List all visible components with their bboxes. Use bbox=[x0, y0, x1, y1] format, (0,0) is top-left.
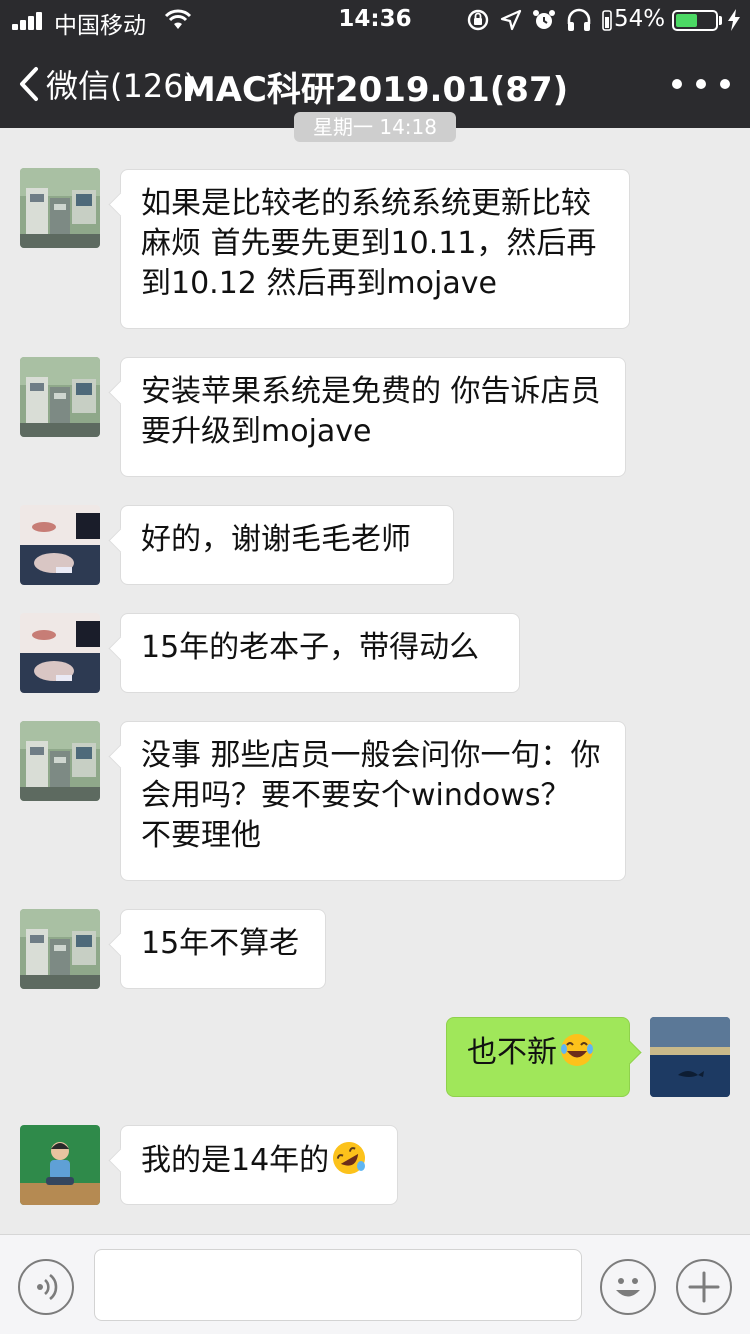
message-text: 15年的老本子，带得动么 bbox=[141, 630, 480, 665]
avatar-child[interactable] bbox=[20, 1125, 100, 1205]
battery-percent: 54% bbox=[614, 6, 666, 32]
more-dot bbox=[672, 79, 682, 89]
battery-cap bbox=[719, 16, 722, 25]
more-actions-button[interactable] bbox=[676, 1259, 732, 1315]
header: 中国移动 14:36 54% 微信(126) MAC科研2019.01(87) bbox=[0, 0, 750, 128]
avatar-ocean-whale[interactable] bbox=[650, 1017, 730, 1097]
avatar-lab-equipment[interactable] bbox=[20, 909, 100, 989]
message-text: 15年不算老 bbox=[141, 926, 300, 961]
rolling-laughing-emoji-icon bbox=[333, 1142, 366, 1174]
my-message-bubble[interactable]: 也不新 bbox=[446, 1017, 630, 1097]
face-closeup-avatar-image bbox=[20, 613, 100, 693]
face-closeup-avatar-image bbox=[20, 505, 100, 585]
location-icon bbox=[500, 9, 522, 31]
back-button[interactable]: 微信(126) bbox=[18, 62, 196, 106]
emoji-icon bbox=[616, 1278, 640, 1297]
chevron-left-icon bbox=[20, 67, 38, 101]
tears-of-joy-emoji-icon bbox=[561, 1034, 593, 1066]
headphones-icon bbox=[567, 8, 591, 31]
message-text: 安装苹果系统是免费的 你告诉店员要升级到mojave bbox=[141, 374, 601, 449]
message-bubble[interactable]: 如果是比较老的系统系统更新比较麻烦 首先要先更到10.11，然后再到10.12 … bbox=[120, 169, 630, 329]
plus-icon bbox=[688, 1271, 720, 1303]
message-bubble[interactable]: 我的是14年的 bbox=[120, 1125, 398, 1205]
message-text: 也不新 bbox=[467, 1035, 557, 1070]
more-button[interactable] bbox=[672, 70, 730, 98]
more-dot bbox=[696, 79, 706, 89]
timestamp-pill: 星期一 14:18 bbox=[294, 112, 456, 142]
avatar-face-closeup[interactable] bbox=[20, 505, 100, 585]
status-bar: 中国移动 14:36 54% bbox=[0, 0, 750, 40]
input-bar bbox=[0, 1234, 750, 1334]
chat-screen: 中国移动 14:36 54% 微信(126) MAC科研2019.01(87) … bbox=[0, 0, 750, 1334]
device-battery-icon bbox=[602, 10, 612, 31]
ocean-whale-avatar-image bbox=[650, 1017, 730, 1097]
lab-equipment-avatar-image bbox=[20, 909, 100, 989]
lab-equipment-avatar-image bbox=[20, 721, 100, 801]
message-text: 好的，谢谢毛毛老师 bbox=[141, 522, 411, 557]
message-bubble[interactable]: 好的，谢谢毛毛老师 bbox=[120, 505, 454, 585]
battery-fill bbox=[676, 14, 697, 27]
message-text: 没事 那些店员一般会问你一句：你会用吗？要不要安个windows？ 不要理他 bbox=[141, 738, 601, 853]
avatar-face-closeup[interactable] bbox=[20, 613, 100, 693]
avatar-lab-equipment[interactable] bbox=[20, 168, 100, 248]
avatar-lab-equipment[interactable] bbox=[20, 721, 100, 801]
rotation-lock-icon bbox=[467, 9, 489, 31]
child-avatar-image bbox=[20, 1125, 100, 1205]
avatar-lab-equipment[interactable] bbox=[20, 357, 100, 437]
back-label: 微信(126) bbox=[46, 67, 197, 105]
battery-icon bbox=[672, 10, 718, 31]
message-bubble[interactable]: 15年不算老 bbox=[120, 909, 326, 989]
emoji-button[interactable] bbox=[600, 1259, 656, 1315]
voice-button[interactable] bbox=[18, 1259, 74, 1315]
more-dot bbox=[720, 79, 730, 89]
alarm-icon bbox=[533, 10, 555, 29]
message-text: 如果是比较老的系统系统更新比较麻烦 首先要先更到10.11，然后再到10.12 … bbox=[141, 186, 597, 301]
lab-equipment-avatar-image bbox=[20, 168, 100, 248]
lab-equipment-avatar-image bbox=[20, 357, 100, 437]
message-text: 我的是14年的 bbox=[141, 1143, 330, 1178]
message-input[interactable] bbox=[94, 1249, 582, 1321]
voice-icon bbox=[37, 1273, 58, 1301]
message-bubble[interactable]: 15年的老本子，带得动么 bbox=[120, 613, 520, 693]
charging-bolt-icon bbox=[728, 9, 740, 31]
status-icons bbox=[466, 8, 612, 32]
message-bubble[interactable]: 没事 那些店员一般会问你一句：你会用吗？要不要安个windows？ 不要理他 bbox=[120, 721, 626, 881]
message-bubble[interactable]: 安装苹果系统是免费的 你告诉店员要升级到mojave bbox=[120, 357, 626, 477]
